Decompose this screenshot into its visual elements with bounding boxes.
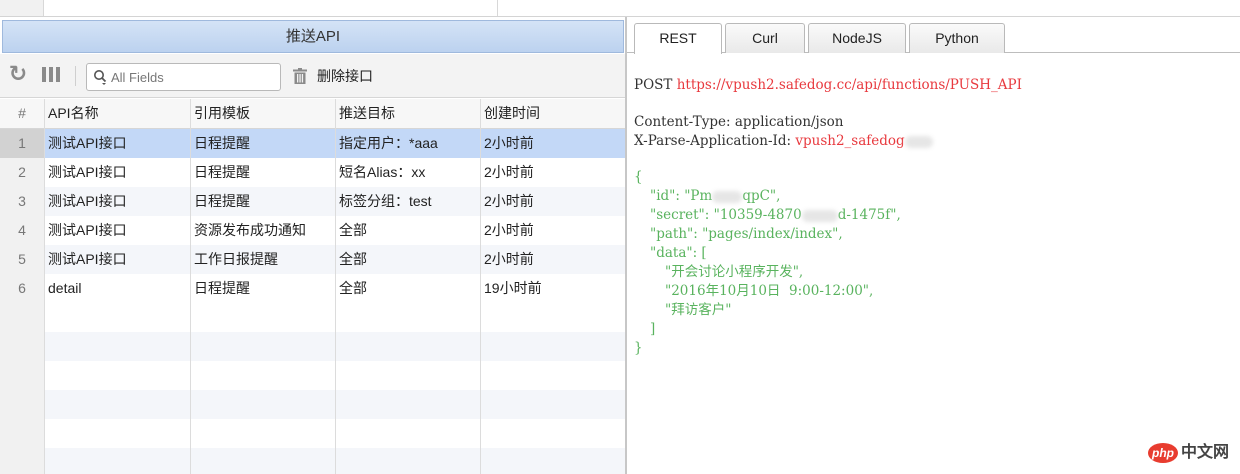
column-header-template[interactable]: 引用模板 [190,99,335,128]
cell-api-name: 测试API接口 [48,251,127,267]
column-header-api-name[interactable]: API名称 [44,99,190,128]
cell-created: 2小时前 [484,251,534,267]
table-row[interactable]: 4 测试API接口 资源发布成功通知 全部 2小时前 [0,216,625,245]
column-header-target[interactable]: 推送目标 [335,99,480,128]
cell-template: 日程提醒 [194,135,250,151]
json-secret: "secret": "10359-4870 d-1475f", [650,207,901,223]
http-method: POST [634,77,673,93]
tab-rest[interactable]: REST [634,23,722,54]
table-row[interactable]: 1 测试API接口 日程提醒 指定用户：*aaa 2小时前 [0,129,625,158]
column-header-number[interactable]: # [0,99,44,128]
cell-api-name: 测试API接口 [48,193,127,209]
cell-template: 日程提醒 [194,280,250,296]
json-id: "id": "Pm qpC", [650,188,781,204]
empty-row [0,448,625,474]
code-panel: REST Curl NodeJS Python POST https://vpu… [627,17,1240,474]
cell-target: 指定用户：*aaa [339,135,438,151]
redacted-blur [904,135,933,148]
json-data-open: "data": [ [650,245,707,261]
column-divider [44,99,45,474]
search-input[interactable] [111,67,276,87]
delete-api-button[interactable]: 删除接口 [292,64,373,88]
cell-target: 全部 [339,280,367,296]
api-table: # API名称 引用模板 推送目标 创建时间 1 测试API接口 日程提醒 指定… [0,99,625,474]
cell-api-name: 测试API接口 [48,135,127,151]
row-number: 3 [18,193,26,209]
row-number: 4 [18,222,26,238]
toolbar-divider [75,66,76,86]
empty-row [0,332,625,361]
row-number: 1 [18,135,26,151]
search-icon [94,70,107,85]
cell-template: 工作日报提醒 [194,251,278,267]
json-data-close: ] [650,321,656,337]
cell-api-name: 测试API接口 [48,222,127,238]
json-close: } [634,340,643,356]
table-row[interactable]: 3 测试API接口 日程提醒 标签分组：test 2小时前 [0,187,625,216]
watermark-text: 中文网 [1181,444,1230,461]
column-divider [335,99,336,474]
cell-template: 资源发布成功通知 [194,222,306,238]
json-data-item: "开会讨论小程序开发", [665,264,804,280]
php-cn-watermark: php 中文网 [1148,443,1232,467]
row-number: 2 [18,164,26,180]
cell-template: 日程提醒 [194,164,250,180]
json-data-item: "2016年10月10日 9:00-12:00", [665,283,874,299]
column-divider [190,99,191,474]
table-header: # API名称 引用模板 推送目标 创建时间 [0,99,625,129]
php-logo-icon: php [1148,443,1178,463]
cell-api-name: 测试API接口 [48,164,127,180]
cell-target: 全部 [339,222,367,238]
cell-created: 19小时前 [484,280,542,296]
json-data-item: "拜访客户" [665,302,732,318]
columns-icon[interactable] [40,64,62,86]
api-list-panel: 推送API ↻ 删除接口 [0,17,627,474]
top-strip-divider [497,0,498,16]
row-number: 6 [18,280,26,296]
search-box[interactable] [86,63,281,91]
top-strip [0,0,1240,17]
cell-created: 2小时前 [484,193,534,209]
table-row[interactable]: 2 测试API接口 日程提醒 短名Alias：xx 2小时前 [0,158,625,187]
refresh-icon[interactable]: ↻ [7,63,29,86]
column-divider [480,99,481,474]
code-tabs: REST Curl NodeJS Python [627,17,1240,54]
app-id-label: X-Parse-Application-Id: [634,133,792,149]
toolbar: ↻ 删除接口 [0,54,625,98]
cell-created: 2小时前 [484,222,534,238]
redacted-blur [801,209,838,222]
panel-title: 推送API [2,20,624,53]
tab-curl[interactable]: Curl [725,23,805,53]
trash-icon [293,68,307,84]
json-path: "path": "pages/index/index", [650,226,843,242]
cell-created: 2小时前 [484,164,534,180]
delete-api-label: 删除接口 [317,68,373,84]
row-number: 5 [18,251,26,267]
empty-row [0,390,625,419]
cell-api-name: detail [48,280,82,296]
cell-target: 短名Alias：xx [339,164,426,180]
cell-target: 标签分组：test [339,193,432,209]
app-id-header: X-Parse-Application-Id: vpush2_safedog [634,132,933,151]
tab-python[interactable]: Python [909,23,1005,53]
content-type-header: Content-Type: application/json [634,114,844,130]
cell-template: 日程提醒 [194,193,250,209]
app-id-value: vpush2_safedog [795,133,905,149]
request-url: https://vpush2.safedog.cc/api/functions/… [676,77,1022,93]
column-header-created[interactable]: 创建时间 [480,99,625,128]
cell-created: 2小时前 [484,135,534,151]
top-strip-corner [0,0,44,16]
cell-target: 全部 [339,251,367,267]
request-line: POST https://vpush2.safedog.cc/api/funct… [634,76,1022,95]
tab-nodejs[interactable]: NodeJS [808,23,906,53]
redacted-blur [712,190,743,203]
table-row[interactable]: 5 测试API接口 工作日报提醒 全部 2小时前 [0,245,625,274]
table-row[interactable]: 6 detail 日程提醒 全部 19小时前 [0,274,625,303]
json-open: { [634,169,643,185]
